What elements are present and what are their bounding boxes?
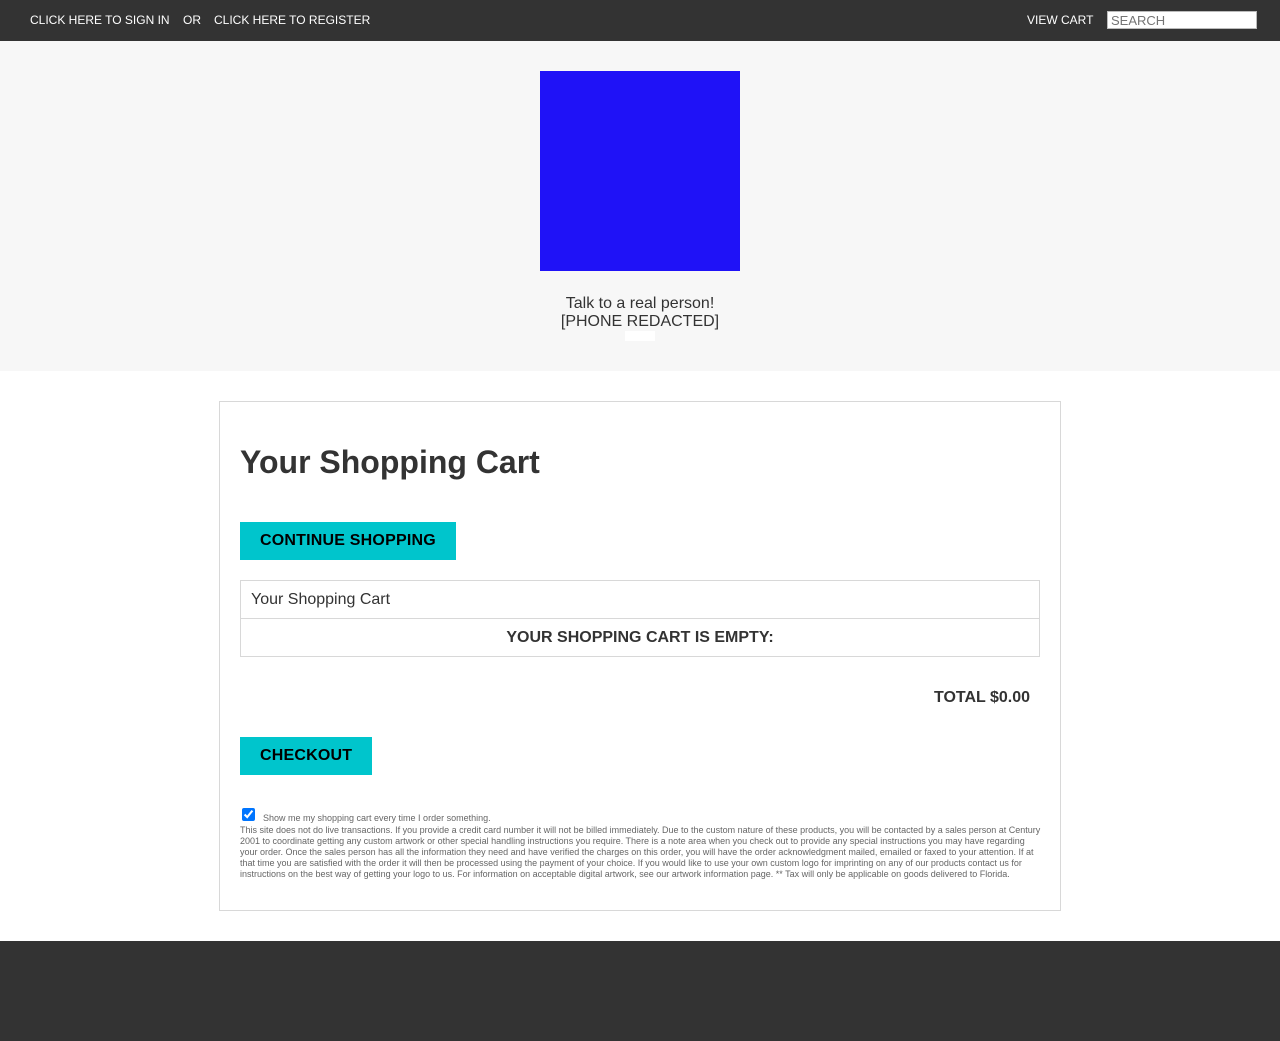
table-row: YOUR SHOPPING CART IS EMPTY: [240, 618, 1040, 657]
show-cart-label: Show me my shopping cart every time I or… [263, 813, 491, 823]
table-header: Your Shopping Cart [240, 580, 1040, 619]
site-header: Talk to a real person! [PHONE REDACTED] [0, 41, 1280, 371]
register-link[interactable]: CLICK HERE TO REGISTER [214, 13, 370, 27]
checkout-button[interactable]: CHECKOUT [240, 737, 373, 775]
or-separator: OR [183, 13, 201, 27]
show-cart-checkbox[interactable] [242, 808, 255, 821]
continue-shopping-button[interactable]: CONTINUE SHOPPING [240, 522, 456, 560]
disclaimer-text: This site does not do live transactions.… [240, 825, 1041, 879]
phone-number: [PHONE REDACTED] [560, 313, 720, 330]
page-title: Your Shopping Cart [240, 444, 540, 480]
top-bar: CLICK HERE TO SIGN IN OR CLICK HERE TO R… [0, 0, 1280, 41]
cart-total: TOTAL $0.00 [933, 689, 1030, 706]
sign-in-link[interactable]: CLICK HERE TO SIGN IN [30, 13, 170, 27]
shopping-cart-panel: Your Shopping Cart CONTINUE SHOPPING You… [219, 401, 1061, 911]
show-cart-option[interactable] [242, 808, 255, 826]
header-decoration [625, 331, 655, 341]
site-footer [0, 941, 1280, 1041]
talk-to-person-text: Talk to a real person! [565, 295, 715, 312]
search-input[interactable] [1107, 11, 1257, 29]
logo[interactable] [540, 71, 740, 271]
table-header-row: Your Shopping Cart [240, 580, 1040, 619]
empty-cart-message: YOUR SHOPPING CART IS EMPTY: [240, 618, 1040, 657]
cart-table: Your Shopping Cart YOUR SHOPPING CART IS… [240, 580, 1040, 657]
view-cart-link[interactable]: VIEW CART [1027, 13, 1093, 27]
